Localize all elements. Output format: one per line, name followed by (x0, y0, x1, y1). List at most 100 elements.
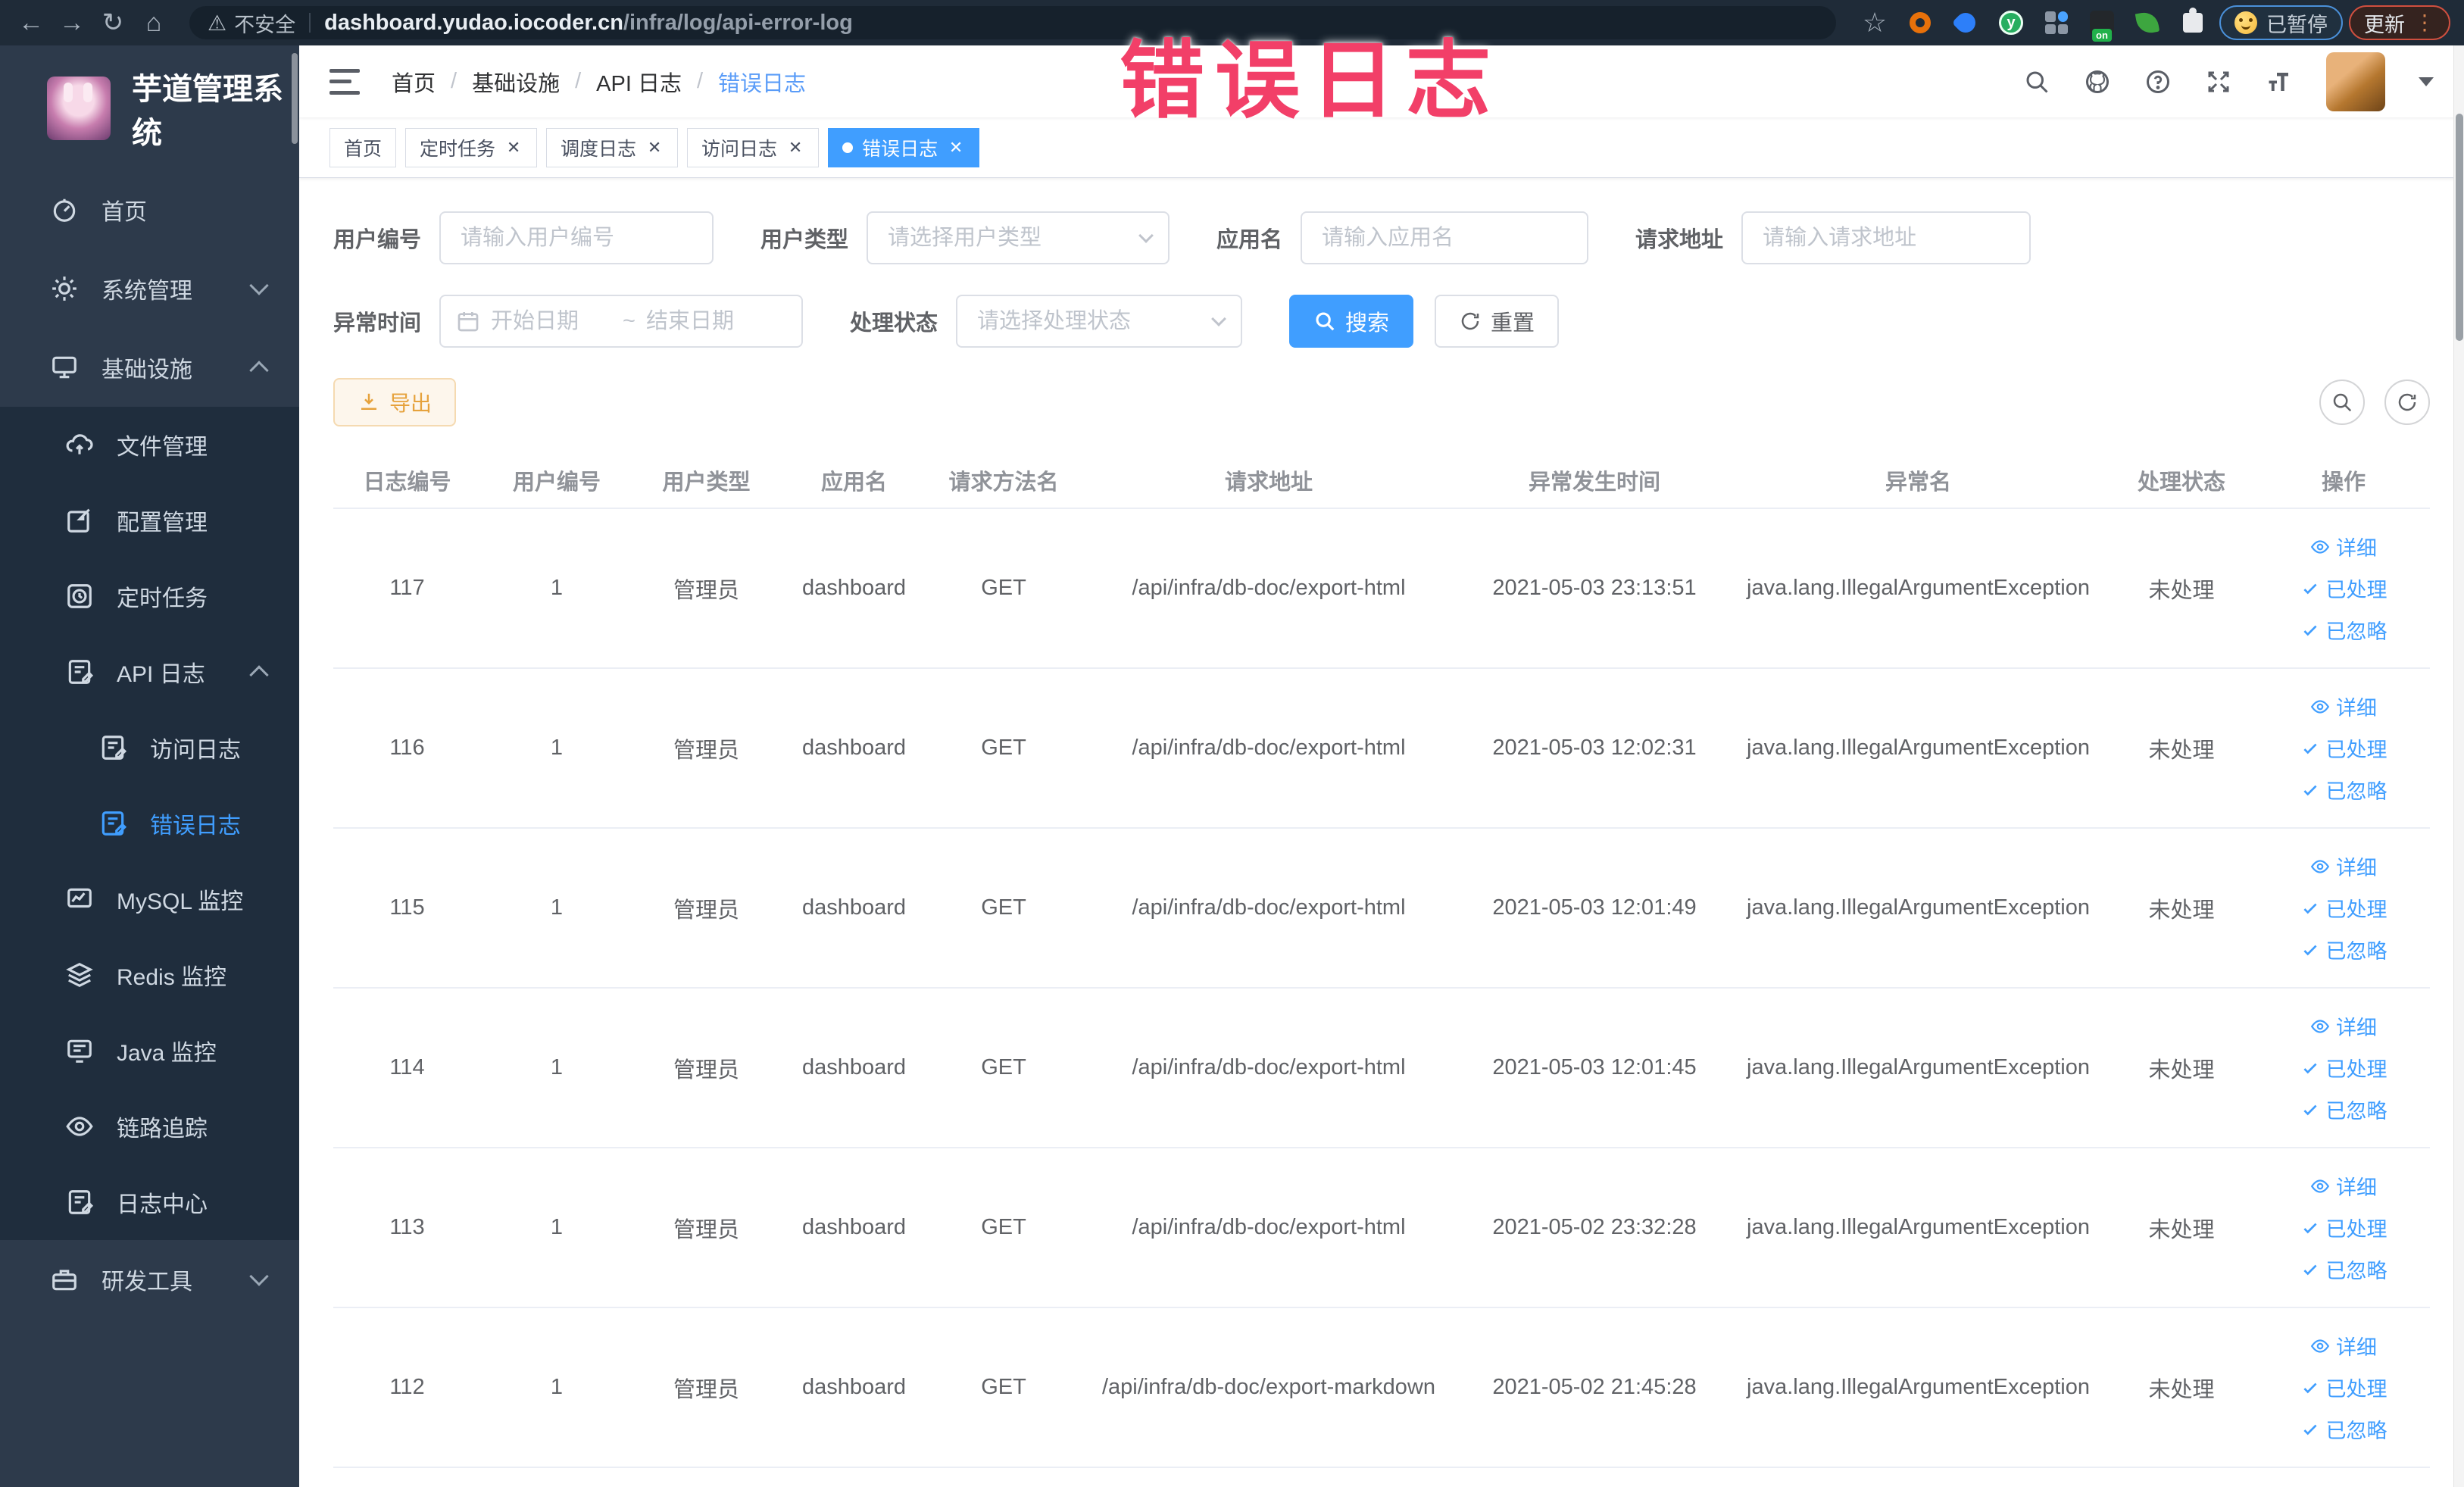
paused-extension-pill[interactable]: 已暂停 (2219, 5, 2343, 40)
sidebar-item-file-mgmt[interactable]: 文件管理 (0, 407, 299, 483)
tab-error-log[interactable]: 错误日志 (828, 127, 980, 167)
sidebar-item-redis-monitor[interactable]: Redis 监控 (0, 937, 299, 1013)
app-title: 芋道管理系统 (132, 72, 283, 150)
breadcrumb-home[interactable]: 首页 (392, 66, 436, 98)
tab-label: 错误日志 (862, 138, 938, 160)
puzzle-extensions-icon[interactable] (2180, 8, 2206, 36)
tab-home[interactable]: 首页 (329, 127, 397, 167)
tab-scheduled-jobs[interactable]: 定时任务 (405, 127, 538, 167)
blue-drop-extension-icon[interactable] (1951, 8, 1980, 37)
reload-icon[interactable]: ↻ (95, 5, 130, 40)
refresh-table-button[interactable] (2384, 380, 2430, 425)
page-scrollbar[interactable] (2453, 45, 2464, 1487)
sidebar-item-system-mgmt[interactable]: 系统管理 (0, 249, 299, 328)
sidebar-item-error-log[interactable]: 错误日志 (0, 786, 299, 861)
user-type-select-input[interactable] (867, 211, 1170, 264)
gear-icon (52, 276, 77, 301)
detail-link[interactable]: 详细 (2310, 1331, 2377, 1360)
kebab-menu-icon[interactable]: ⋮ (2414, 12, 2435, 33)
fullscreen-icon[interactable] (2205, 68, 2232, 95)
sidebar-toggle-hamburger-icon[interactable] (329, 68, 360, 95)
detail-link[interactable]: 详细 (2310, 851, 2377, 881)
breadcrumb-error-log[interactable]: 错误日志 (718, 66, 806, 98)
user-type-select[interactable] (867, 211, 1170, 264)
orange-ring-extension-icon[interactable] (1907, 10, 1933, 36)
close-icon[interactable] (645, 139, 664, 157)
detail-link[interactable]: 详细 (2310, 532, 2377, 561)
search-button[interactable]: 搜索 (1289, 295, 1414, 348)
sidebar-item-home[interactable]: 首页 (0, 170, 299, 249)
github-icon[interactable] (2084, 68, 2111, 95)
sidebar-scrollbar-thumb[interactable] (292, 53, 298, 144)
breadcrumb-infrastructure[interactable]: 基础设施 (472, 66, 560, 98)
green-circle-extension-icon[interactable]: y (1998, 10, 2024, 36)
end-date-input[interactable] (645, 308, 767, 334)
sidebar-item-java-monitor[interactable]: Java 监控 (0, 1013, 299, 1089)
bookmark-star-icon[interactable]: ☆ (1862, 7, 1888, 38)
sidebar-item-label: 日志中心 (117, 1192, 208, 1217)
mark-processed-link[interactable]: 已处理 (2300, 1213, 2387, 1242)
active-dot-icon (842, 142, 854, 153)
sidebar-item-dev-tools[interactable]: 研发工具 (0, 1240, 299, 1319)
export-button[interactable]: 导出 (333, 378, 457, 426)
leaf-extension-icon[interactable] (2135, 10, 2160, 36)
cell-method: GET (928, 828, 1079, 989)
forward-icon[interactable]: → (55, 5, 89, 40)
close-icon[interactable] (947, 139, 965, 157)
browser-update-button[interactable]: 更新 ⋮ (2349, 5, 2450, 40)
start-date-input[interactable] (491, 308, 613, 334)
detail-link[interactable]: 详细 (2310, 1011, 2377, 1041)
mark-processed-link[interactable]: 已处理 (2300, 1053, 2387, 1082)
mark-ignored-link[interactable]: 已忽略 (2300, 1095, 2387, 1124)
address-bar[interactable]: ⚠ 不安全 dashboard.yudao.iocoder.cn /infra/… (189, 6, 1836, 39)
mark-ignored-link[interactable]: 已忽略 (2300, 1254, 2387, 1284)
font-size-icon[interactable] (2266, 68, 2293, 95)
grid-extension-icon[interactable] (2044, 10, 2069, 36)
breadcrumb-api-log[interactable]: API 日志 (596, 66, 682, 98)
sidebar-item-log-center[interactable]: 日志中心 (0, 1164, 299, 1240)
col-request-url: 请求地址 (1079, 452, 1458, 509)
search-icon[interactable] (2023, 68, 2050, 95)
home-icon[interactable]: ⌂ (136, 5, 171, 40)
help-icon[interactable] (2144, 68, 2172, 95)
mark-processed-link[interactable]: 已处理 (2300, 573, 2387, 603)
close-icon[interactable] (786, 139, 804, 157)
app-name-input[interactable] (1301, 211, 1589, 264)
avatar-caret-down-icon[interactable] (2419, 77, 2434, 86)
sidebar-item-access-log[interactable]: 访问日志 (0, 710, 299, 786)
sidebar-logo-row[interactable]: 芋道管理系统 (0, 45, 299, 170)
process-status-select[interactable] (956, 295, 1243, 348)
dark-on-extension-icon[interactable]: on (2089, 10, 2115, 42)
sidebar-item-config-mgmt[interactable]: 配置管理 (0, 483, 299, 558)
cell-user-id: 1 (481, 828, 632, 989)
process-status-select-input[interactable] (956, 295, 1243, 348)
sidebar-item-tracing[interactable]: 链路追踪 (0, 1089, 299, 1164)
detail-link[interactable]: 详细 (2310, 692, 2377, 721)
sidebar-item-scheduled-jobs[interactable]: 定时任务 (0, 558, 299, 634)
sidebar-item-infrastructure[interactable]: 基础设施 (0, 328, 299, 407)
mark-ignored-link[interactable]: 已忽略 (2300, 615, 2387, 645)
toggle-search-button[interactable] (2319, 380, 2365, 425)
mark-ignored-link[interactable]: 已忽略 (2300, 1414, 2387, 1444)
mark-ignored-link[interactable]: 已忽略 (2300, 935, 2387, 964)
close-icon[interactable] (504, 139, 523, 157)
sidebar-item-mysql-monitor[interactable]: MySQL 监控 (0, 861, 299, 937)
mark-ignored-link[interactable]: 已忽略 (2300, 775, 2387, 804)
tab-schedule-log[interactable]: 调度日志 (546, 127, 679, 167)
mark-processed-link[interactable]: 已处理 (2300, 1373, 2387, 1402)
back-icon[interactable]: ← (14, 5, 48, 40)
sidebar-item-api-log[interactable]: API 日志 (0, 634, 299, 710)
date-range-picker[interactable]: ~ (439, 295, 804, 348)
paused-label: 已暂停 (2266, 13, 2328, 36)
mark-processed-link[interactable]: 已处理 (2300, 893, 2387, 923)
user-avatar[interactable] (2326, 52, 2385, 111)
request-url-input[interactable] (1741, 211, 2031, 264)
user-id-input[interactable] (439, 211, 714, 264)
page-scrollbar-thumb[interactable] (2456, 114, 2463, 341)
check-icon (2303, 583, 2317, 594)
tab-access-log[interactable]: 访问日志 (687, 127, 820, 167)
java-monitor-icon (67, 1039, 92, 1063)
reset-button[interactable]: 重置 (1435, 295, 1560, 348)
mark-processed-link[interactable]: 已处理 (2300, 733, 2387, 763)
detail-link[interactable]: 详细 (2310, 1171, 2377, 1201)
